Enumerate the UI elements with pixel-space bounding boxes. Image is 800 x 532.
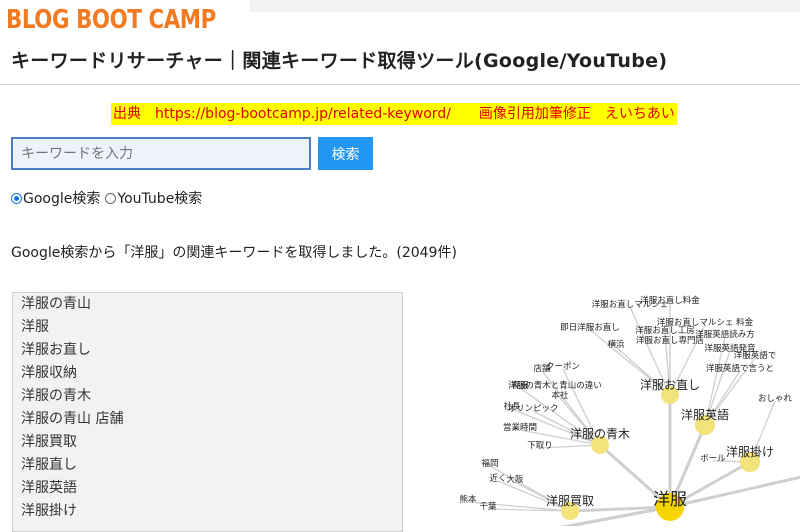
- list-item[interactable]: 洋服の青山: [13, 293, 402, 316]
- graph-leaf-label[interactable]: 熊本: [459, 494, 477, 505]
- graph-leaf-label[interactable]: 本社: [551, 390, 569, 401]
- engine-selector: Google検索 YouTube検索: [11, 188, 202, 208]
- graph-leaf-label[interactable]: 即日洋服お直し: [560, 322, 620, 333]
- list-item[interactable]: 洋服買取: [13, 431, 402, 454]
- result-message: Google検索から「洋服」の関連キーワードを取得しました。(2049件): [11, 245, 457, 261]
- page-title: キーワードリサーチャー｜関連キーワード取得ツール(Google/YouTube): [11, 50, 668, 72]
- list-item[interactable]: 洋服掛け: [13, 500, 402, 523]
- graph-leaf-label[interactable]: 洋服英語で言うと: [706, 363, 774, 374]
- graph-center-label[interactable]: 洋服: [653, 490, 687, 510]
- graph-hub-label[interactable]: 洋服買取: [546, 493, 594, 508]
- graph-edge: [669, 475, 800, 509]
- graph-leaf-label[interactable]: オリンピック: [507, 404, 558, 414]
- graph-hub-label[interactable]: 洋服お直し: [640, 377, 700, 392]
- site-logo[interactable]: BLOG BOOT CAMP: [0, 0, 250, 40]
- source-note: 出典 https://blog-bootcamp.jp/related-keyw…: [111, 103, 677, 125]
- graph-hub-label[interactable]: 洋服の青木: [570, 426, 630, 441]
- keyword-list[interactable]: 洋服の青山 洋服 洋服お直し 洋服収納 洋服の青木 洋服の青山 店舗 洋服買取 …: [12, 292, 403, 532]
- graph-leaf-label[interactable]: 営業時間: [503, 422, 537, 433]
- youtube-radio-label[interactable]: YouTube検索: [117, 188, 202, 208]
- graph-leaf-label[interactable]: 洋服お直し専門店: [636, 335, 705, 346]
- list-item[interactable]: 洋服直し: [13, 454, 402, 477]
- google-radio-label[interactable]: Google検索: [23, 188, 100, 208]
- graph-leaf-label[interactable]: 横浜: [607, 339, 625, 350]
- logo-text: BLOG BOOT CAMP: [6, 5, 216, 35]
- graph-leaf-label[interactable]: 近く: [489, 473, 506, 484]
- graph-leaf-label[interactable]: ボール: [700, 454, 726, 464]
- header-divider: [0, 84, 800, 85]
- graph-hub-label[interactable]: 洋服掛け: [726, 444, 774, 459]
- google-radio[interactable]: [11, 192, 22, 204]
- graph-hub-label[interactable]: 洋服英語: [681, 407, 729, 422]
- graph-leaf-label[interactable]: おしゃれ: [758, 394, 793, 404]
- list-item[interactable]: 洋服の青山 店舗: [13, 408, 402, 431]
- list-item[interactable]: 洋服収納: [13, 362, 402, 385]
- list-item[interactable]: 洋服英語: [13, 477, 402, 500]
- search-button[interactable]: 検索: [318, 137, 373, 170]
- keyword-input[interactable]: [11, 137, 311, 170]
- graph-leaf-label[interactable]: 洋服お直し料金: [640, 295, 700, 306]
- youtube-radio[interactable]: [105, 192, 117, 204]
- graph-leaf-label[interactable]: 洋服英語読み方: [695, 329, 755, 340]
- graph-leaf-label[interactable]: 洋服の青木と青山の違い: [508, 380, 602, 391]
- keyword-graph[interactable]: 洋服お直しマルシェ 洋服お直し料金 洋服お直しマルシェ 料金 即日洋服お直し 洋服お直し…: [410, 285, 800, 526]
- graph-leaf-label[interactable]: クーポン: [546, 362, 580, 372]
- graph-leaf-label[interactable]: 大阪: [506, 474, 524, 485]
- graph-leaf-label[interactable]: 下取り: [527, 441, 553, 451]
- list-item[interactable]: 洋服の青木: [13, 385, 402, 408]
- graph-leaf-label[interactable]: 千葉: [479, 501, 497, 512]
- list-item[interactable]: 洋服お直し: [13, 339, 402, 362]
- graph-canvas: 洋服お直しマルシェ洋服お直し料金洋服お直しマルシェ 料金即日洋服お直し 洋服お直し…: [459, 295, 800, 526]
- graph-leaf-label[interactable]: 洋服お直し工房: [635, 325, 695, 336]
- graph-leaf-label[interactable]: 福岡: [481, 458, 498, 469]
- graph-leaf-label[interactable]: 洋服英語で: [734, 350, 777, 361]
- list-item[interactable]: 洋服: [13, 316, 402, 339]
